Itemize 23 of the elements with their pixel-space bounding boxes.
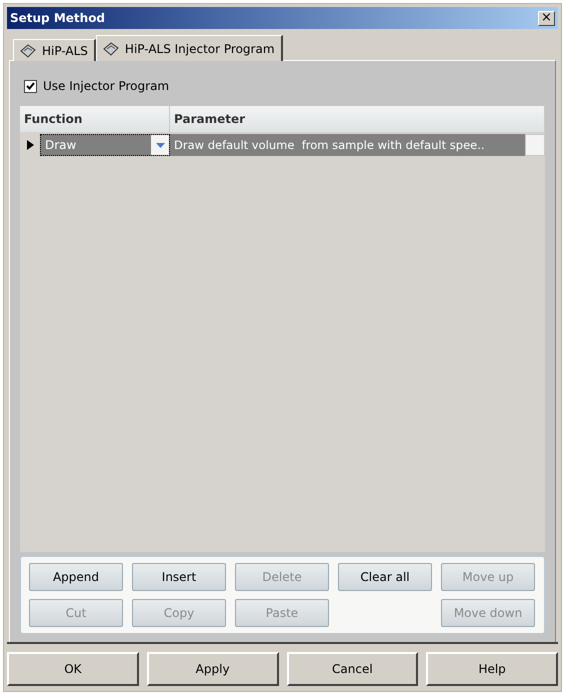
tab[interactable]: HiP-ALS — [13, 39, 96, 61]
program-button[interactable]: Insert — [132, 563, 226, 591]
disk-drive-icon — [102, 42, 119, 56]
checkbox-label: Use Injector Program — [43, 79, 170, 93]
checkbox[interactable] — [24, 80, 37, 92]
column-header: Function — [20, 106, 170, 132]
program-button[interactable]: Append — [29, 563, 123, 591]
dialog-button[interactable]: OK — [7, 652, 139, 686]
program-button[interactable]: Clear all — [338, 563, 432, 591]
window-title: Setup Method — [10, 11, 106, 25]
dialog-button[interactable]: Help — [426, 652, 558, 686]
close-button[interactable]: × — [538, 10, 555, 26]
disk-drive-icon — [20, 44, 36, 58]
column-header: Parameter — [170, 106, 545, 132]
caret-icon — [156, 142, 164, 148]
function-dropdown[interactable]: Draw — [40, 134, 170, 156]
dialog-button[interactable]: Cancel — [286, 652, 418, 686]
tab[interactable]: HiP-ALS Injector Program — [96, 35, 283, 61]
dropdown-button[interactable] — [151, 135, 169, 155]
dialog-button[interactable]: Apply — [146, 652, 278, 686]
cell-background — [525, 134, 545, 156]
check-icon — [26, 82, 35, 90]
table-cell: Draw default volume from sample with default spee.. — [170, 134, 525, 156]
